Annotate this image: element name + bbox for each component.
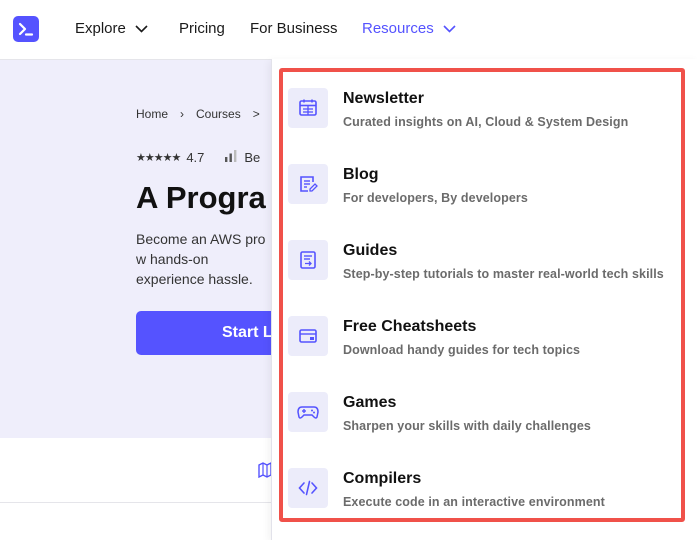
menu-item-title: Compilers [343,470,422,487]
menu-item-subtitle: Sharpen your skills with daily challenge… [343,419,591,433]
code-icon [288,468,328,508]
gamepad-icon [288,392,328,432]
menu-item-blog[interactable]: Blog For developers, By developers [288,164,683,224]
menu-item-games[interactable]: Games Sharpen your skills with daily cha… [288,392,683,452]
menu-item-title: Games [343,394,397,411]
menu-item-subtitle: Step-by-step tutorials to master real-wo… [343,267,664,281]
course-rating: ★★★★★ 4.7 Be [136,149,260,165]
menu-item-subtitle: Curated insights on AI, Cloud & System D… [343,115,629,129]
nav-pricing[interactable]: Pricing [179,20,225,37]
menu-item-title: Newsletter [343,90,424,107]
calendar-icon [288,88,328,128]
breadcrumb-separator: > [252,107,260,121]
rating-value: 4.7 [186,149,205,165]
nav-resources[interactable]: Resources [362,20,456,37]
menu-item-compilers[interactable]: Compilers Execute code in an interactive… [288,468,683,528]
menu-item-title: Guides [343,242,398,259]
level-bars-icon [224,149,238,165]
top-navigation: Explore Pricing For Business Resources [0,0,697,60]
menu-item-title: Blog [343,166,379,183]
breadcrumb-courses[interactable]: Courses [196,107,241,121]
menu-item-subtitle: Download handy guides for tech topics [343,343,581,357]
nav-resources-label: Resources [362,20,434,37]
guide-icon [288,240,328,280]
cheatsheet-icon [288,316,328,356]
menu-item-title: Free Cheatsheets [343,318,477,335]
breadcrumb-separator: › [180,107,185,121]
start-learning-button[interactable]: Start L [136,311,276,355]
nav-explore[interactable]: Explore [75,20,148,37]
breadcrumb-home[interactable]: Home [136,107,168,121]
course-title: A Progra [136,180,266,215]
nav-pricing-label: Pricing [179,20,225,37]
nav-explore-label: Explore [75,20,126,37]
menu-item-subtitle: Execute code in an interactive environme… [343,495,605,509]
breadcrumb: Home › Courses > [136,107,260,121]
course-description: Become an AWS pro w hands-on experience … [136,231,266,287]
map-icon [258,461,272,483]
blog-edit-icon [288,164,328,204]
chevron-down-icon [443,20,456,37]
logo-icon[interactable] [13,16,39,42]
chevron-down-icon [135,20,148,37]
menu-item-newsletter[interactable]: Newsletter Curated insights on AI, Cloud… [288,88,683,148]
menu-item-free-cheatsheets[interactable]: Free Cheatsheets Download handy guides f… [288,316,683,376]
nav-business-label: For Business [250,20,338,37]
nav-for-business[interactable]: For Business [250,20,338,37]
menu-item-guides[interactable]: Guides Step-by-step tutorials to master … [288,240,683,300]
level-label: Be [244,149,261,165]
star-rating-icon: ★★★★★ [136,151,181,164]
menu-item-subtitle: For developers, By developers [343,191,528,205]
